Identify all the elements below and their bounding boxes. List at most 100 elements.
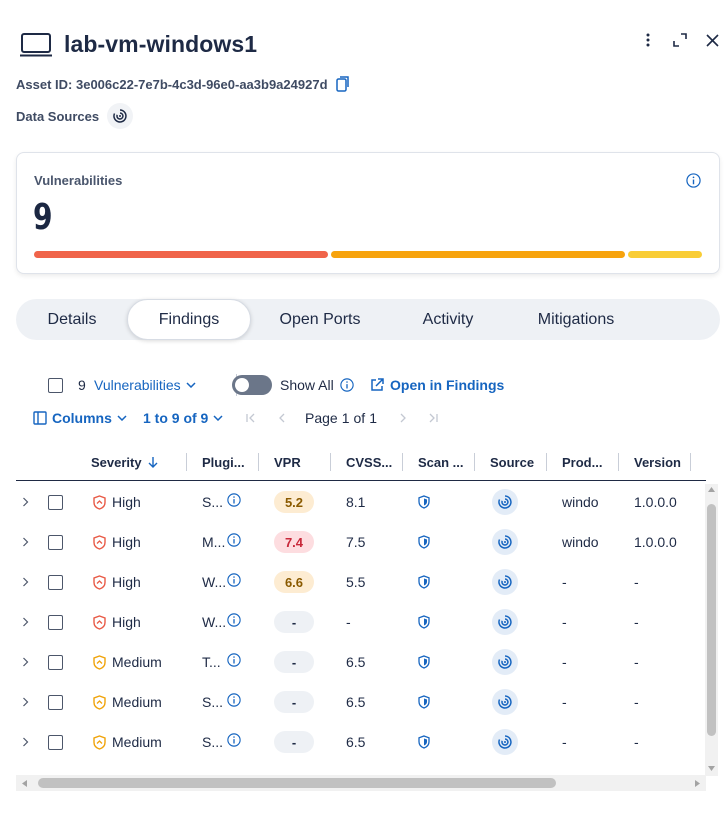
chevron-right-icon xyxy=(400,413,406,423)
show-all-label: Show All xyxy=(280,377,334,393)
sensor-icon xyxy=(498,535,512,549)
cvss-cell: - xyxy=(346,614,351,630)
next-page-button[interactable] xyxy=(399,405,407,431)
table-row[interactable]: High M... 7.4 7.5 windo 1.0.0.0 xyxy=(16,522,706,562)
tab-findings[interactable]: Findings xyxy=(127,299,251,340)
info-icon[interactable] xyxy=(227,653,241,667)
select-all-checkbox[interactable] xyxy=(48,377,63,393)
column-header-vpr[interactable]: VPR xyxy=(274,445,334,479)
scroll-right-icon[interactable] xyxy=(694,779,701,788)
range-label: 1 to 9 of 9 xyxy=(143,410,209,426)
severity-bar-medium xyxy=(331,251,625,258)
source-chip[interactable] xyxy=(492,529,518,555)
column-header-product[interactable]: Prod... xyxy=(562,445,618,479)
tab-details[interactable]: Details xyxy=(16,299,128,340)
source-chip[interactable] xyxy=(492,609,518,635)
horizontal-scroll-thumb[interactable] xyxy=(38,778,556,788)
vulnerability-type-dropdown[interactable]: Vulnerabilities xyxy=(94,372,196,398)
vertical-scroll-thumb[interactable] xyxy=(707,504,716,736)
info-icon[interactable] xyxy=(227,733,241,747)
expand-row-button[interactable] xyxy=(22,482,36,522)
source-chip[interactable] xyxy=(492,729,518,755)
vpr-cell: 6.6 xyxy=(274,562,330,602)
expand-row-button[interactable] xyxy=(22,602,36,642)
expand-icon xyxy=(673,33,687,47)
expand-row-button[interactable] xyxy=(22,562,36,602)
severity-label: Medium xyxy=(112,694,162,710)
info-icon[interactable] xyxy=(227,613,241,627)
vpr-cell: - xyxy=(274,642,330,682)
high-severity-shield-icon xyxy=(93,534,106,550)
scroll-down-icon[interactable] xyxy=(707,765,716,772)
first-page-button[interactable] xyxy=(246,405,256,431)
table-row[interactable]: High W... - - - - xyxy=(16,602,706,642)
expand-row-button[interactable] xyxy=(22,642,36,682)
row-checkbox[interactable] xyxy=(48,494,63,510)
last-page-button[interactable] xyxy=(428,405,438,431)
expand-row-button[interactable] xyxy=(22,522,36,562)
info-icon[interactable] xyxy=(227,493,241,507)
row-checkbox[interactable] xyxy=(48,574,63,590)
severity-cell: High xyxy=(93,602,183,642)
page-size-dropdown[interactable]: 1 to 9 of 9 xyxy=(143,405,223,431)
close-button[interactable] xyxy=(702,30,722,50)
tab-open-ports[interactable]: Open Ports xyxy=(262,299,378,340)
expand-row-button[interactable] xyxy=(22,682,36,722)
row-checkbox[interactable] xyxy=(48,654,63,670)
row-checkbox[interactable] xyxy=(48,694,63,710)
table-row[interactable]: Medium S... - 6.5 - - xyxy=(16,722,706,762)
row-checkbox[interactable] xyxy=(48,734,63,750)
tab-activity[interactable]: Activity xyxy=(388,299,508,340)
expand-row-button[interactable] xyxy=(22,722,36,762)
column-header-version[interactable]: Version xyxy=(634,445,690,479)
table-row[interactable]: Medium T... - 6.5 - - xyxy=(16,642,706,682)
scroll-up-icon[interactable] xyxy=(707,486,716,493)
scroll-left-icon[interactable] xyxy=(21,779,28,788)
open-in-findings-link[interactable]: Open in Findings xyxy=(370,372,504,398)
source-chip[interactable] xyxy=(492,569,518,595)
cvss-cell: 6.5 xyxy=(346,654,366,670)
horizontal-scrollbar[interactable] xyxy=(16,775,706,791)
vertical-scrollbar[interactable] xyxy=(705,484,718,776)
info-icon[interactable] xyxy=(340,378,354,392)
severity-label: Medium xyxy=(112,734,162,750)
source-chip[interactable] xyxy=(492,689,518,715)
source-chip[interactable] xyxy=(492,649,518,675)
chevron-down-icon xyxy=(213,415,223,421)
data-source-chip[interactable] xyxy=(107,103,134,129)
info-icon[interactable] xyxy=(227,693,241,707)
columns-button[interactable]: Columns xyxy=(33,405,127,431)
copy-icon[interactable] xyxy=(335,76,350,92)
vulnerabilities-count: 9 xyxy=(33,197,53,238)
source-chip[interactable] xyxy=(492,489,518,515)
info-icon[interactable] xyxy=(686,173,701,188)
more-options-button[interactable] xyxy=(638,30,658,50)
chevron-right-icon xyxy=(23,737,29,747)
tab-mitigations[interactable]: Mitigations xyxy=(521,299,631,340)
info-icon[interactable] xyxy=(227,573,241,587)
plugin-name: S... xyxy=(202,694,224,710)
sensor-icon xyxy=(498,735,512,749)
version-cell: - xyxy=(634,654,639,670)
severity-bar-low xyxy=(628,251,702,258)
version-cell: 1.0.0.0 xyxy=(634,534,677,550)
previous-page-button[interactable] xyxy=(278,405,286,431)
column-header-scan[interactable]: Scan ... xyxy=(418,445,474,479)
info-icon[interactable] xyxy=(227,533,241,547)
vpr-score: - xyxy=(274,611,314,633)
row-checkbox[interactable] xyxy=(48,534,63,550)
column-header-plugin[interactable]: Plugi... xyxy=(202,445,260,479)
severity-distribution-bar xyxy=(34,251,704,258)
expand-button[interactable] xyxy=(670,30,690,50)
vpr-cell: - xyxy=(274,722,330,762)
column-header-source[interactable]: Source xyxy=(490,445,546,479)
show-all-label-group: Show All xyxy=(280,372,354,398)
scan-cell xyxy=(418,522,474,562)
column-header-cvss[interactable]: CVSS... xyxy=(346,445,402,479)
table-row[interactable]: Medium S... - 6.5 - - xyxy=(16,682,706,722)
row-checkbox[interactable] xyxy=(48,614,63,630)
table-row[interactable]: High S... 5.2 8.1 windo 1.0.0.0 xyxy=(16,482,706,522)
show-all-toggle[interactable] xyxy=(232,375,272,395)
column-header-severity[interactable]: Severity xyxy=(91,445,171,479)
table-row[interactable]: High W... 6.6 5.5 - - xyxy=(16,562,706,602)
